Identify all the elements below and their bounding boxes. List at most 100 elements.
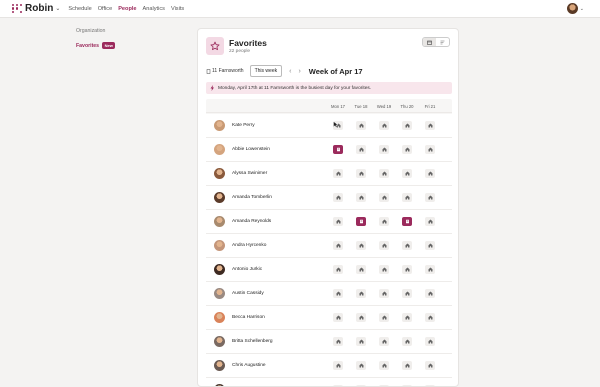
home-day-icon[interactable] xyxy=(402,169,412,178)
home-day-icon[interactable] xyxy=(333,361,343,370)
home-day-icon[interactable] xyxy=(333,193,343,202)
person-row[interactable]: Austin Cassidy xyxy=(206,282,452,306)
calendar-icon xyxy=(427,40,432,45)
home-day-icon[interactable] xyxy=(379,289,389,298)
page-title: Favorites xyxy=(229,38,267,48)
person-row[interactable]: Abbie Lowenstein xyxy=(206,138,452,162)
home-day-icon[interactable] xyxy=(379,337,389,346)
person-row[interactable]: Chris Augustine xyxy=(206,354,452,378)
home-day-icon[interactable] xyxy=(425,361,435,370)
person-row[interactable]: Amanda Tomberlin xyxy=(206,186,452,210)
chevron-right-icon[interactable]: › xyxy=(298,68,300,75)
home-day-icon[interactable] xyxy=(356,361,366,370)
home-day-icon[interactable] xyxy=(333,289,343,298)
home-day-icon[interactable] xyxy=(425,121,435,130)
home-day-icon[interactable] xyxy=(333,241,343,250)
home-day-icon[interactable] xyxy=(379,217,389,226)
person-row[interactable]: Alyssa Swinimer xyxy=(206,162,452,186)
home-day-icon[interactable] xyxy=(356,289,366,298)
table-header: Mon 17 Tue 18 Wed 19 Thu 20 Fri 21 xyxy=(206,99,452,113)
person-avatar xyxy=(214,312,225,323)
person-row[interactable]: Antonio Jurkic xyxy=(206,258,452,282)
home-day-icon[interactable] xyxy=(333,217,343,226)
home-day-icon[interactable] xyxy=(425,217,435,226)
chevron-left-icon[interactable]: ‹ xyxy=(289,68,291,75)
nav-item-visits[interactable]: Visits xyxy=(171,6,184,12)
robin-logo-icon xyxy=(12,3,22,14)
sidebar: Organization Favorites New xyxy=(76,28,116,57)
person-row[interactable]: Becca Harrison xyxy=(206,306,452,330)
home-day-icon[interactable] xyxy=(379,193,389,202)
office-day-icon[interactable] xyxy=(333,145,343,154)
home-day-icon[interactable] xyxy=(402,361,412,370)
home-day-icon[interactable] xyxy=(356,265,366,274)
home-day-icon[interactable] xyxy=(379,313,389,322)
home-day-icon[interactable] xyxy=(425,193,435,202)
home-day-icon[interactable] xyxy=(402,145,412,154)
new-badge: New xyxy=(102,42,116,49)
home-day-icon[interactable] xyxy=(379,361,389,370)
home-day-icon[interactable] xyxy=(402,337,412,346)
home-day-icon[interactable] xyxy=(333,337,343,346)
home-day-icon[interactable] xyxy=(379,265,389,274)
home-day-icon[interactable] xyxy=(425,337,435,346)
nav-item-analytics[interactable]: Analytics xyxy=(143,6,165,12)
home-day-icon[interactable] xyxy=(425,241,435,250)
sidebar-item-organization[interactable]: Organization xyxy=(76,28,115,34)
home-day-icon[interactable] xyxy=(356,313,366,322)
person-name: Amanda Reynolds xyxy=(232,219,272,224)
home-day-icon[interactable] xyxy=(379,169,389,178)
office-day-icon[interactable] xyxy=(402,217,412,226)
chevron-down-icon[interactable]: ⌄ xyxy=(55,5,60,12)
home-day-icon[interactable] xyxy=(333,313,343,322)
location-filter-button[interactable]: 11 Farnsworth xyxy=(206,68,244,74)
home-day-icon[interactable] xyxy=(425,313,435,322)
list-view-button[interactable] xyxy=(436,38,449,46)
home-day-icon[interactable] xyxy=(402,265,412,274)
this-week-button[interactable]: This week xyxy=(249,65,283,77)
home-day-icon[interactable] xyxy=(333,169,343,178)
person-row[interactable] xyxy=(206,378,452,386)
location-label: 11 Farnsworth xyxy=(212,68,244,74)
home-day-icon[interactable] xyxy=(356,145,366,154)
home-day-icon[interactable] xyxy=(379,241,389,250)
sidebar-item-favorites[interactable]: Favorites New xyxy=(76,42,116,49)
nav-item-office[interactable]: Office xyxy=(98,6,113,12)
person-row[interactable]: Kate Perry xyxy=(206,114,452,138)
nav-item-schedule[interactable]: Schedule xyxy=(68,6,91,12)
person-row[interactable]: Britta Schellenberg xyxy=(206,330,452,354)
home-day-icon[interactable] xyxy=(402,241,412,250)
person-avatar xyxy=(214,336,225,347)
user-avatar[interactable] xyxy=(566,3,578,14)
home-day-icon[interactable] xyxy=(402,193,412,202)
home-day-icon[interactable] xyxy=(402,313,412,322)
home-day-icon[interactable] xyxy=(356,193,366,202)
home-day-icon[interactable] xyxy=(402,121,412,130)
calendar-view-button[interactable] xyxy=(423,38,436,46)
home-day-icon[interactable] xyxy=(379,145,389,154)
home-day-icon[interactable] xyxy=(425,289,435,298)
sidebar-item-label: Organization xyxy=(76,28,106,34)
people-count: 22 people xyxy=(229,49,251,54)
top-navigation-bar: Robin ⌄ Schedule Office People Analytics… xyxy=(0,0,600,18)
home-day-icon[interactable] xyxy=(333,265,343,274)
person-row[interactable]: Andra Hyrcenko xyxy=(206,234,452,258)
home-day-icon[interactable] xyxy=(356,121,366,130)
chevron-down-icon[interactable]: ⌄ xyxy=(580,6,584,12)
person-avatar xyxy=(214,144,225,155)
office-day-icon[interactable] xyxy=(356,217,366,226)
home-day-icon[interactable] xyxy=(356,337,366,346)
person-name: Andra Hyrcenko xyxy=(232,243,267,248)
home-day-icon[interactable] xyxy=(356,241,366,250)
home-day-icon[interactable] xyxy=(425,169,435,178)
day-header: Tue 18 xyxy=(354,104,368,109)
home-day-icon[interactable] xyxy=(425,145,435,154)
brand-logo[interactable]: Robin ⌄ xyxy=(12,3,60,14)
home-day-icon[interactable] xyxy=(425,265,435,274)
person-row[interactable]: Amanda Reynolds xyxy=(206,210,452,234)
nav-item-people[interactable]: People xyxy=(118,6,136,12)
home-day-icon[interactable] xyxy=(402,289,412,298)
user-menu[interactable]: ⌄ xyxy=(566,3,584,14)
home-day-icon[interactable] xyxy=(356,169,366,178)
home-day-icon[interactable] xyxy=(379,121,389,130)
